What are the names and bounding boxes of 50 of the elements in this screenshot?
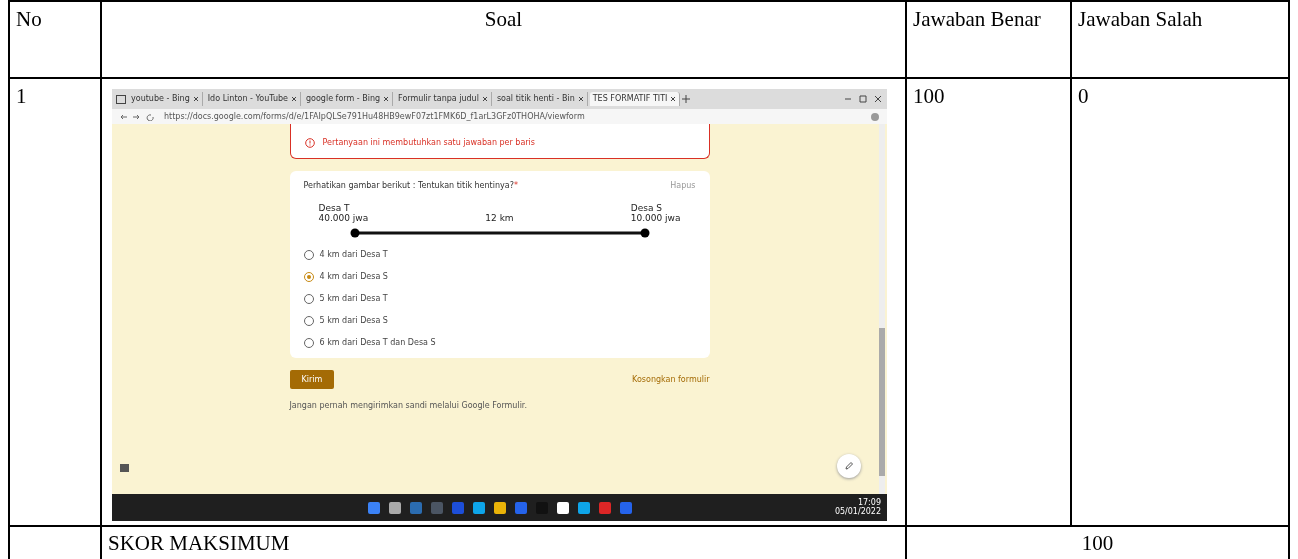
- close-icon[interactable]: [577, 96, 584, 102]
- browser-tab[interactable]: youtube - Bing: [128, 92, 203, 106]
- footer-text: Jangan pernah mengirimkan sandi melalui Google Formulir.: [289, 401, 528, 411]
- village-label: Desa S: [630, 202, 663, 214]
- column-header: Jawaban Benar: [913, 7, 1041, 31]
- error-message: Pertanyaan ini membutuhkan satu jawaban per baris: [322, 138, 535, 148]
- village-label: Desa T: [318, 202, 351, 214]
- browser-tab[interactable]: google form - Bing: [303, 92, 394, 106]
- radio-option[interactable]: 4 km dari Desa S: [303, 272, 696, 283]
- population-label: 40.000 jwa: [318, 213, 369, 225]
- close-icon[interactable]: [670, 96, 677, 102]
- browser-tab[interactable]: soal titik henti - Bin: [493, 92, 588, 106]
- column-header: Jawaban Salah: [1078, 7, 1203, 31]
- pencil-icon: [844, 461, 854, 471]
- error-icon: [304, 138, 315, 148]
- taskbar-clock[interactable]: 17:09 05/01/2022: [834, 498, 881, 517]
- scrollbar[interactable]: [879, 124, 885, 494]
- radio-option[interactable]: 5 km dari Desa S: [303, 316, 696, 327]
- distance-label: 12 km: [485, 213, 514, 225]
- radio-option[interactable]: 5 km dari Desa T: [303, 294, 696, 305]
- browser-tab[interactable]: TES FORMATIF TITI: [589, 92, 681, 106]
- column-header: Soal: [484, 7, 523, 31]
- row-number: 1: [16, 84, 27, 108]
- tab-actions-icon[interactable]: [116, 94, 126, 104]
- submit-button[interactable]: Kirim: [289, 370, 335, 390]
- close-icon[interactable]: [291, 96, 297, 102]
- radio-option[interactable]: 6 km dari Desa T dan Desa S: [303, 338, 696, 349]
- column-header: No: [16, 7, 42, 31]
- taskbar-app-icon[interactable]: [388, 501, 401, 514]
- population-label: 10.000 jwa: [630, 213, 681, 225]
- close-icon[interactable]: [192, 96, 199, 102]
- clear-form-link[interactable]: Kosongkan formulir: [632, 374, 710, 385]
- browser-tab[interactable]: Ido Linton - YouTube: [204, 92, 301, 106]
- taskbar-app-icon[interactable]: [472, 501, 485, 514]
- taskbar-app-icon[interactable]: [493, 501, 506, 514]
- close-icon[interactable]: [383, 96, 390, 102]
- radio-option[interactable]: 4 km dari Desa T: [303, 250, 696, 261]
- window-controls-icon[interactable]: [843, 95, 883, 103]
- close-icon[interactable]: [481, 96, 488, 102]
- taskbar-app-icon[interactable]: [577, 501, 590, 514]
- total-label: SKOR MAKSIMUM: [108, 531, 290, 555]
- profile-avatar[interactable]: [871, 112, 879, 121]
- browser-tab[interactable]: Formulir tanpa judul: [395, 92, 492, 106]
- question-text: Perhatikan gambar berikut : Tentukan titik hentinya?*: [303, 181, 518, 191]
- wrong-score: 0: [1078, 84, 1089, 108]
- navigation-icon[interactable]: [120, 112, 156, 121]
- taskbar-app-icon[interactable]: [556, 501, 569, 514]
- correct-score: 100: [913, 84, 945, 108]
- total-score: 100: [1081, 531, 1114, 555]
- plus-icon[interactable]: [682, 95, 691, 103]
